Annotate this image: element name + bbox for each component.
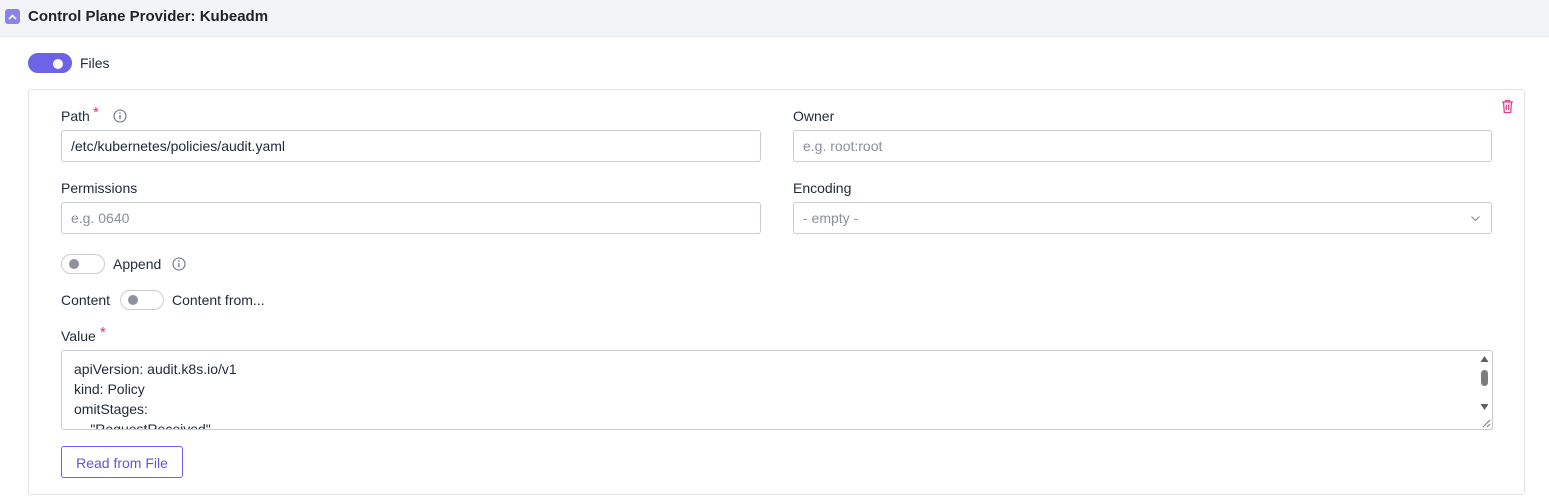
- toggle-knob: [53, 59, 63, 69]
- scroll-up-arrow-icon[interactable]: [1480, 355, 1489, 363]
- code-line: - "RequestReceived": [74, 421, 211, 430]
- files-toggle[interactable]: [28, 53, 72, 73]
- encoding-selected-value: - empty -: [803, 210, 859, 226]
- code-line: apiVersion: audit.k8s.io/v1: [74, 361, 237, 377]
- resize-handle-icon[interactable]: [1479, 416, 1491, 428]
- files-label: Files: [80, 55, 110, 71]
- toggle-knob: [69, 259, 79, 269]
- scrollbar-thumb[interactable]: [1481, 370, 1488, 386]
- value-label: Value: [61, 328, 96, 344]
- encoding-select[interactable]: - empty -: [793, 202, 1492, 234]
- permissions-input[interactable]: e.g. 0640: [61, 202, 761, 234]
- owner-input[interactable]: e.g. root:root: [793, 130, 1492, 162]
- read-from-file-button[interactable]: Read from File: [61, 446, 183, 478]
- path-input[interactable]: /etc/kubernetes/policies/audit.yaml: [61, 130, 761, 162]
- scroll-down-arrow-icon[interactable]: [1480, 403, 1489, 411]
- info-icon[interactable]: [113, 109, 127, 123]
- chevron-up-icon[interactable]: [5, 9, 20, 24]
- trash-icon[interactable]: [1500, 98, 1515, 114]
- append-label: Append: [113, 256, 162, 272]
- content-source-toggle[interactable]: [120, 290, 164, 310]
- append-toggle[interactable]: [61, 254, 105, 274]
- section-title: Control Plane Provider: Kubeadm: [28, 8, 269, 25]
- path-required-mark: *: [93, 104, 99, 121]
- code-line: kind: Policy: [74, 381, 145, 397]
- value-textarea[interactable]: apiVersion: audit.k8s.io/v1 kind: Policy…: [61, 350, 1493, 430]
- chevron-down-icon: [1471, 216, 1480, 222]
- path-label: Path: [61, 108, 90, 124]
- permissions-label: Permissions: [61, 180, 138, 196]
- encoding-label: Encoding: [793, 180, 852, 196]
- code-line: omitStages:: [74, 401, 148, 417]
- content-from-label: Content from...: [172, 292, 265, 308]
- value-required-mark: *: [100, 324, 106, 341]
- section-header[interactable]: Control Plane Provider: Kubeadm: [0, 0, 1549, 37]
- info-icon[interactable]: [172, 257, 186, 271]
- toggle-knob: [128, 295, 138, 305]
- content-label: Content: [61, 292, 111, 308]
- owner-label: Owner: [793, 108, 835, 124]
